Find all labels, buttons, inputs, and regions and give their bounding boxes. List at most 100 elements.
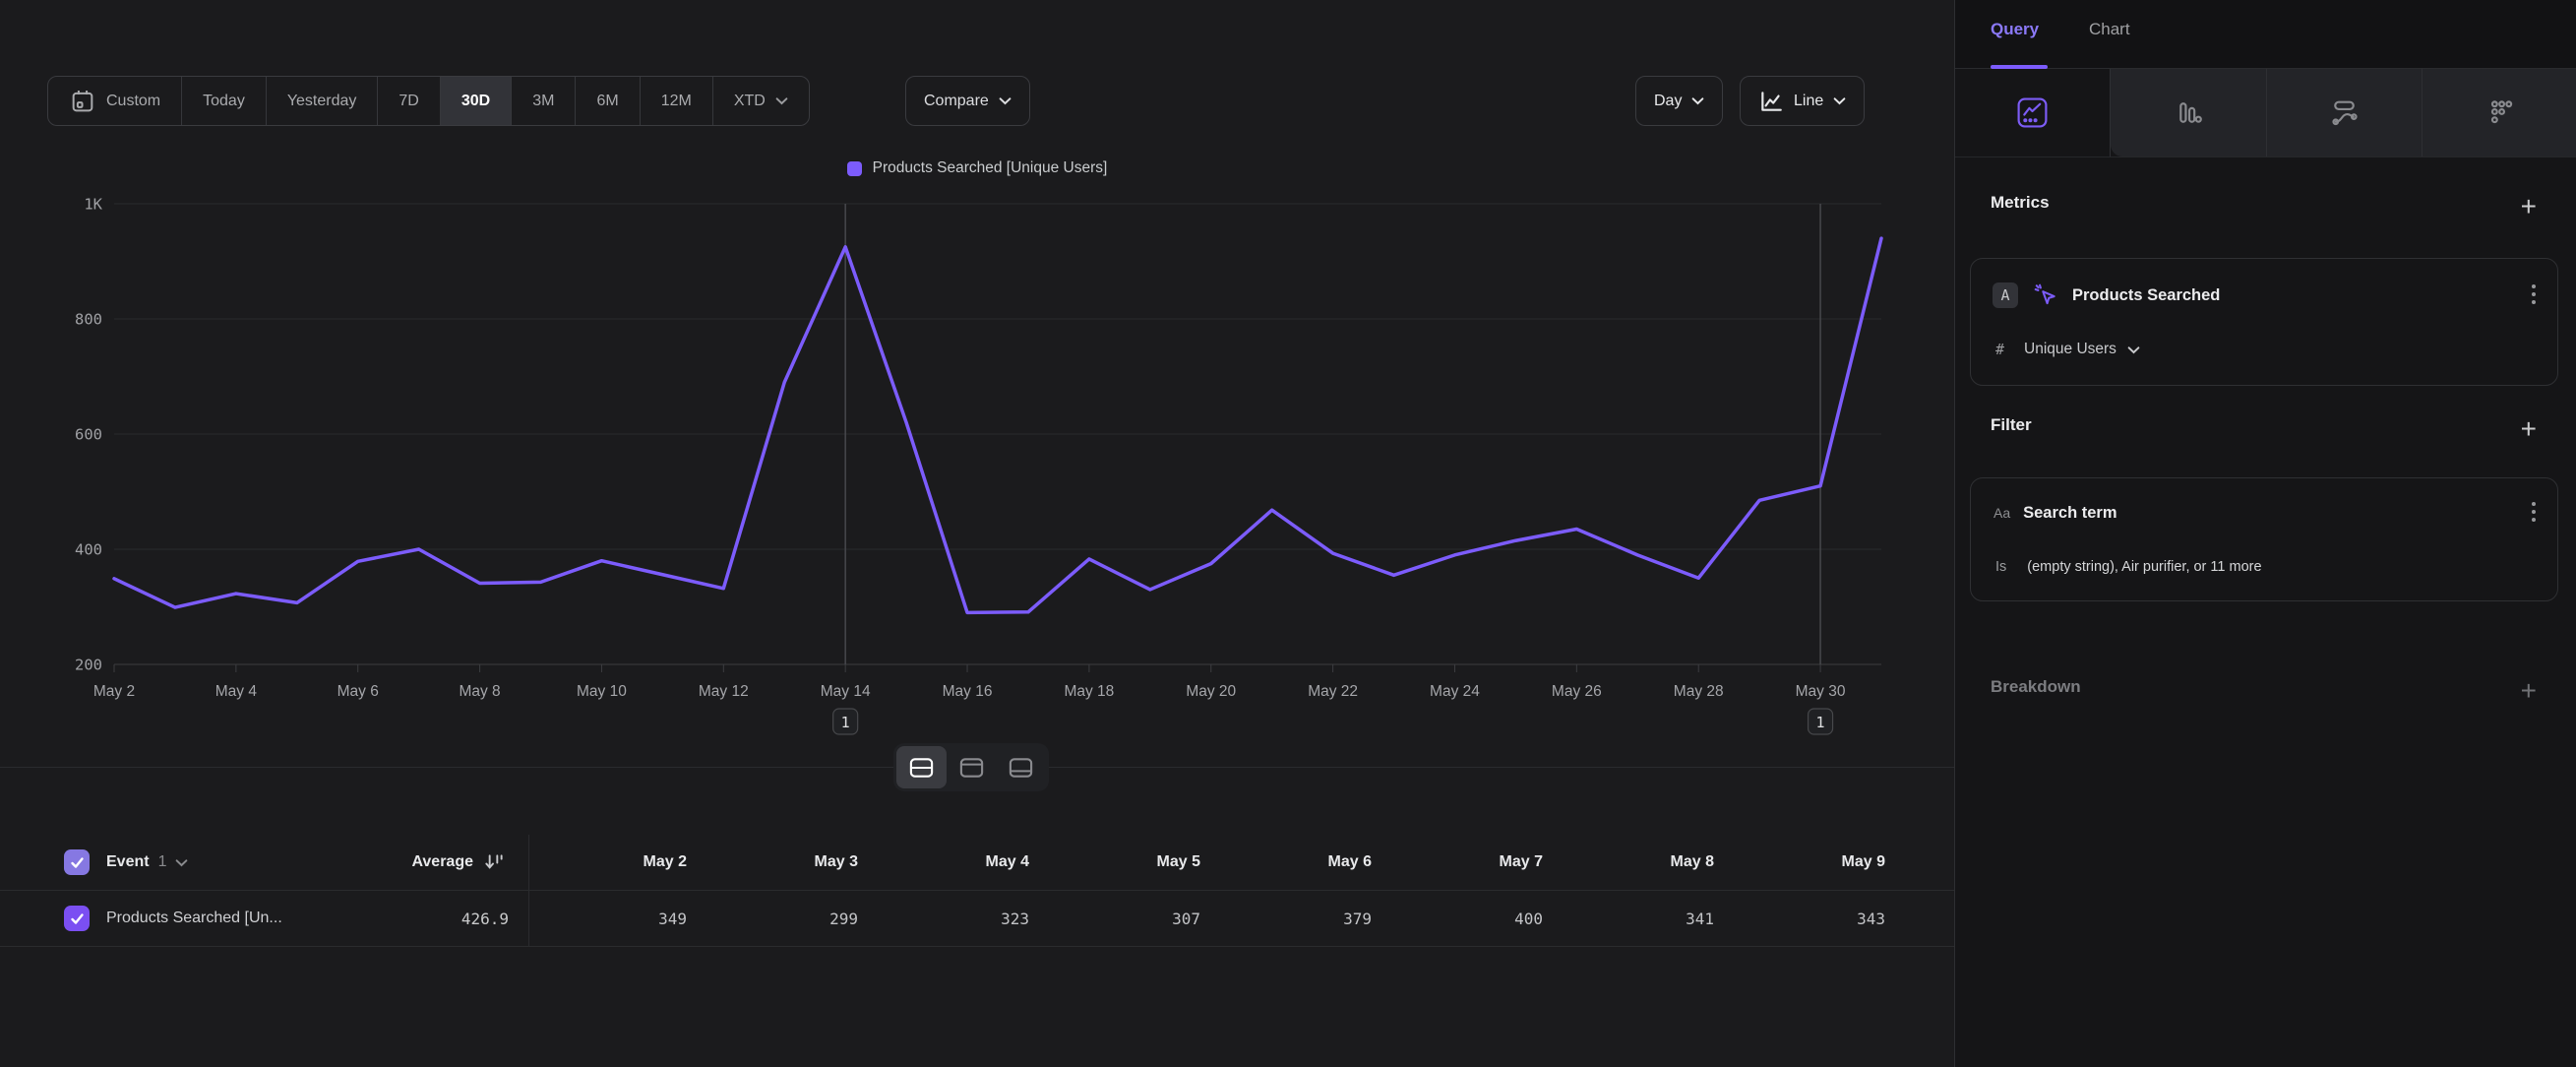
tab-insights[interactable]: [1955, 69, 2111, 157]
table-row[interactable]: Products Searched [Un... 426.9 349 299 3…: [0, 891, 1954, 947]
value-cell: 343: [1767, 910, 1885, 928]
measure-dropdown[interactable]: Unique Users: [2024, 341, 2116, 358]
range-3m[interactable]: 3M: [512, 77, 576, 125]
y-axis-label: 600: [75, 426, 102, 444]
chevron-down-icon: [999, 93, 1012, 110]
x-axis-label: May 16: [943, 683, 993, 700]
sidebar-tab-bar: Query Chart: [1955, 0, 2576, 69]
report-type-tabs: [1955, 69, 2576, 157]
range-6m[interactable]: 6M: [576, 77, 640, 125]
layout-table-only-button[interactable]: [996, 746, 1046, 788]
date-column-header: May 5: [1082, 853, 1200, 871]
query-sidebar: Query Chart: [1954, 0, 2576, 1067]
chevron-down-icon[interactable]: [175, 858, 188, 867]
x-axis-label: May 12: [699, 683, 749, 700]
range-yesterday[interactable]: Yesterday: [267, 77, 379, 125]
add-breakdown-button[interactable]: +: [2521, 677, 2537, 705]
calendar-icon: [69, 88, 96, 115]
value-cell: 323: [911, 910, 1029, 928]
flows-icon: [2327, 95, 2361, 130]
x-axis-label: May 10: [577, 683, 627, 700]
value-cell: 400: [1425, 910, 1543, 928]
select-all-checkbox[interactable]: [64, 849, 90, 875]
value-cell: 307: [1082, 910, 1200, 928]
data-series-line[interactable]: [114, 238, 1881, 612]
x-axis-label: May 28: [1674, 683, 1724, 700]
date-column-header: May 3: [740, 853, 858, 871]
sort-descending-icon[interactable]: [482, 851, 505, 874]
breakdown-heading: Breakdown: [1991, 677, 2081, 697]
x-axis-label: May 2: [93, 683, 135, 700]
layout-split-view-button[interactable]: [896, 746, 947, 788]
chevron-down-icon: [1691, 93, 1704, 110]
metric-letter-badge: A: [1993, 282, 2018, 308]
value-cell: 379: [1254, 910, 1372, 928]
x-axis-label: May 4: [215, 683, 258, 700]
date-column-header: May 6: [1254, 853, 1372, 871]
x-axis-label: May 24: [1430, 683, 1480, 700]
add-filter-button[interactable]: +: [2521, 415, 2537, 443]
y-axis-label: 200: [75, 657, 102, 674]
average-column-header[interactable]: Average: [411, 853, 473, 871]
metric-card[interactable]: A Products Searched # Unique Users: [1970, 258, 2558, 386]
filter-value[interactable]: (empty string), Air purifier, or 11 more: [2027, 559, 2261, 575]
layout-chart-only-button[interactable]: [947, 746, 997, 788]
footer-panel-icon: [1008, 756, 1034, 780]
filter-operator[interactable]: Is: [1995, 559, 2006, 575]
tab-query[interactable]: Query: [1991, 20, 2039, 39]
metrics-heading: Metrics: [1991, 193, 2050, 213]
event-column-header: Event: [106, 853, 150, 871]
kebab-menu-icon[interactable]: [2532, 284, 2536, 304]
annotation-badge-label: 1: [841, 714, 850, 731]
filter-card[interactable]: Aa Search term Is (empty string), Air pu…: [1970, 477, 2558, 601]
filter-property-name: Search term: [2023, 504, 2116, 523]
filter-heading: Filter: [1991, 415, 2032, 435]
table-header-row: Event 1 Average May 2 May 3 May 4 May 5: [0, 835, 1954, 891]
string-property-icon: Aa: [1993, 505, 2010, 521]
value-cell: 349: [569, 910, 687, 928]
x-axis-label: May 18: [1064, 683, 1114, 700]
range-label: Custom: [106, 93, 160, 110]
add-metric-button[interactable]: +: [2521, 193, 2537, 220]
tab-funnels[interactable]: [2111, 69, 2266, 157]
y-axis-label: 400: [75, 541, 102, 559]
y-axis-label: 800: [75, 311, 102, 329]
compare-button[interactable]: Compare: [905, 76, 1030, 126]
chevron-down-icon[interactable]: [2127, 345, 2140, 354]
line-chart: Products Searched [Unique Users] 2004006…: [0, 148, 1954, 778]
range-30d[interactable]: 30D: [441, 77, 512, 125]
granularity-dropdown[interactable]: Day: [1635, 76, 1723, 126]
results-table: Event 1 Average May 2 May 3 May 4 May 5: [0, 835, 1954, 947]
annotation-badge-label: 1: [1816, 714, 1825, 731]
date-column-header: May 8: [1596, 853, 1714, 871]
funnels-icon: [2171, 95, 2205, 130]
kebab-menu-icon[interactable]: [2532, 502, 2536, 522]
layout-toggle: [893, 743, 1049, 791]
chart-type-dropdown[interactable]: Line: [1740, 76, 1865, 126]
date-column-header: May 2: [569, 853, 687, 871]
range-custom[interactable]: Custom: [48, 77, 182, 125]
row-checkbox[interactable]: [64, 906, 90, 931]
tab-chart[interactable]: Chart: [2089, 20, 2130, 39]
chart-canvas[interactable]: 2004006008001KMay 2May 4May 6May 8May 10…: [0, 148, 1954, 778]
x-axis-label: May 6: [337, 683, 379, 700]
x-axis-label: May 14: [821, 683, 871, 700]
x-axis-label: May 8: [459, 683, 500, 700]
event-cursor-icon: [2033, 282, 2058, 308]
value-cell: 299: [740, 910, 858, 928]
chevron-down-icon: [775, 93, 788, 110]
insights-icon: [2015, 95, 2050, 130]
range-xtd[interactable]: XTD: [713, 77, 809, 125]
tab-flows[interactable]: [2267, 69, 2423, 157]
date-range-picker: Custom Today Yesterday 7D 30D 3M 6M 12M …: [47, 76, 810, 126]
split-view-icon: [908, 756, 935, 780]
range-12m[interactable]: 12M: [641, 77, 713, 125]
range-today[interactable]: Today: [182, 77, 267, 125]
x-axis-label: May 26: [1552, 683, 1602, 700]
average-value-cell: 426.9: [410, 910, 509, 928]
metric-event-name: Products Searched: [2072, 286, 2220, 305]
x-axis-label: May 22: [1308, 683, 1358, 700]
tab-retention[interactable]: [2423, 69, 2576, 157]
range-7d[interactable]: 7D: [378, 77, 440, 125]
x-axis-label: May 20: [1186, 683, 1236, 700]
